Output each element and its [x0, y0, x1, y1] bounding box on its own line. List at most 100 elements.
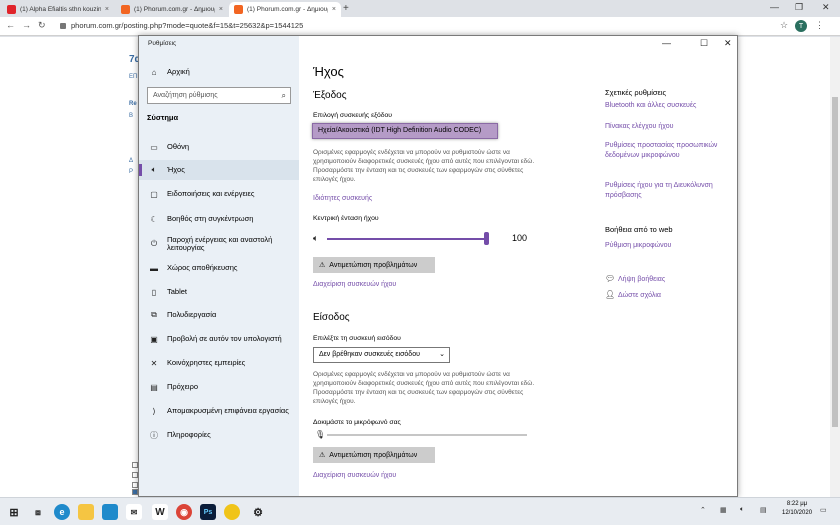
clock[interactable]: 8:22 μμ 12/10/2020	[782, 500, 812, 518]
sidebar-item-shared-experiences[interactable]: ✕ Κοινόχρηστες εμπειρίες	[139, 353, 299, 373]
close-tab-icon[interactable]: ×	[219, 6, 223, 13]
sidebar-item-notifications[interactable]: ▢ Ειδοποιήσεις και ενέργειες	[139, 184, 299, 204]
new-tab-icon[interactable]: +	[343, 3, 349, 14]
browser-tab-youtube[interactable]: (1) Alpha Efialtis sthn kouzina... ×	[2, 2, 114, 17]
sidebar-item-tablet[interactable]: ▯ Tablet	[139, 282, 299, 302]
reload-icon[interactable]: ↻	[38, 20, 46, 31]
related-link-mic-privacy[interactable]: Ρυθμίσεις προστασίας προσωπικών δεδομένω…	[605, 141, 725, 161]
volume-icon[interactable]: 🔈︎	[313, 233, 318, 244]
sidebar-item-label: Πληροφορίες	[167, 429, 211, 439]
back-icon[interactable]: ←	[6, 20, 15, 30]
page-fragment: Ρ	[129, 169, 134, 175]
manage-input-devices-link[interactable]: Διαχείριση συσκευών ήχου	[313, 472, 396, 479]
info-icon: ⓘ	[150, 430, 158, 440]
start-icon[interactable]: ⊞	[6, 504, 22, 520]
sidebar-item-label: Πολυδιεργασία	[167, 309, 217, 319]
related-link-bluetooth[interactable]: Bluetooth και άλλες συσκευές	[605, 101, 735, 111]
browser-tab-phorum-2[interactable]: (1) Phorum.com.gr - Δημιουργία... ×	[229, 2, 341, 17]
task-view-icon[interactable]: ⧈	[30, 504, 46, 520]
related-settings-heading: Σχετικές ρυθμίσεις	[605, 88, 667, 97]
tablet-icon: ▯	[151, 287, 157, 297]
sidebar-section-title: Σύστημα	[147, 113, 179, 122]
close-tab-icon[interactable]: ×	[105, 6, 109, 13]
related-link-ease-of-access[interactable]: Ρυθμίσεις ήχου για τη Διευκόλυνση πρόσβα…	[605, 181, 735, 201]
photoshop-icon[interactable]: Ps	[200, 504, 216, 520]
tray-chevron-icon[interactable]: ⌃	[700, 506, 706, 514]
manage-output-devices-link[interactable]: Διαχείριση συσκευών ήχου	[313, 281, 396, 288]
language-icon[interactable]: ▤	[760, 506, 767, 514]
store-icon[interactable]	[102, 504, 118, 520]
address-bar[interactable]: phorum.com.gr/posting.php?mode=quote&f=1…	[71, 21, 303, 30]
get-help-link[interactable]: Λήψη βοήθειας	[618, 275, 737, 285]
close-tab-icon[interactable]: ×	[332, 6, 336, 13]
sidebar-item-home[interactable]: ⌂ Αρχική	[139, 62, 299, 82]
browser-tab-phorum-1[interactable]: (1) Phorum.com.gr - Δημιουργία... ×	[116, 2, 228, 17]
bookmark-star-icon[interactable]: ☆	[780, 20, 788, 31]
browser-tab-strip: (1) Alpha Efialtis sthn kouzina... × (1)…	[0, 0, 840, 17]
sidebar-item-label: Χώρος αποθήκευσης	[167, 262, 238, 272]
page-fragment: Re	[129, 101, 137, 107]
sidebar-item-label: Tablet	[167, 286, 188, 296]
feedback-link[interactable]: Δώστε σχόλια	[618, 291, 737, 301]
volume-slider-thumb[interactable]	[484, 232, 489, 245]
output-device-select[interactable]: Ηχεία/Ακουστικά (IDT High Definition Aud…	[312, 123, 498, 139]
projecting-icon: ▣	[150, 334, 158, 344]
related-link-sound-control-panel[interactable]: Πίνακας ελέγχου ήχου	[605, 122, 735, 132]
menu-dots-icon[interactable]: ⋮	[815, 20, 824, 31]
file-explorer-icon[interactable]	[78, 504, 94, 520]
sidebar-item-sound[interactable]: 🔈︎ Ήχος	[139, 160, 299, 180]
output-troubleshoot-button[interactable]: ⚠ Αντιμετώπιση προβλημάτων	[313, 257, 435, 273]
volume-tray-icon[interactable]: 🔈︎	[740, 506, 744, 514]
profile-avatar[interactable]: T	[795, 20, 807, 32]
multitasking-icon: ⧉	[151, 310, 157, 319]
home-icon: ⌂	[151, 67, 157, 77]
sidebar-item-label: Παροχή ενέργειας και αναστολή λειτουργία…	[167, 234, 273, 252]
output-description: Ορισμένες εφαρμογές ενδέχεται να μπορούν…	[313, 149, 535, 183]
mail-icon[interactable]: ✉	[126, 504, 142, 520]
warning-icon: ⚠	[319, 262, 326, 269]
mic-test-label: Δοκιμάστε το μικρόφωνό σας	[313, 419, 401, 426]
tab-title: (1) Alpha Efialtis sthn kouzina...	[20, 6, 101, 13]
sidebar-item-storage[interactable]: ▬ Χώρος αποθήκευσης	[139, 258, 299, 278]
page-title: Ήχος	[313, 64, 344, 79]
input-troubleshoot-button[interactable]: ⚠ Αντιμετώπιση προβλημάτων	[313, 447, 435, 463]
settings-gear-icon[interactable]: ⚙	[250, 504, 266, 520]
sidebar-item-about[interactable]: ⓘ Πληροφορίες	[139, 425, 299, 445]
device-properties-link[interactable]: Ιδιότητες συσκευής	[313, 195, 372, 202]
input-description: Ορισμένες εφαρμογές ενδέχεται να μπορούν…	[313, 371, 535, 405]
search-icon[interactable]: ⌕	[282, 91, 286, 101]
page-fragment: Β	[129, 113, 134, 119]
volume-slider-track[interactable]	[327, 238, 487, 240]
wikipedia-icon[interactable]: W	[152, 504, 168, 520]
search-input[interactable]: Αναζήτηση ρύθμισης ⌕	[147, 87, 291, 104]
sidebar-item-multitasking[interactable]: ⧉ Πολυδιεργασία	[139, 305, 299, 325]
close-icon[interactable]: ✕	[822, 2, 830, 13]
input-device-select[interactable]: Δεν βρέθηκαν συσκευές εισόδου ⌄	[313, 347, 450, 363]
storage-icon: ▬	[150, 263, 158, 273]
sidebar-item-power[interactable]: ⏻ Παροχή ενέργειας και αναστολή λειτουργ…	[139, 232, 299, 256]
sidebar-item-display[interactable]: ▭ Οθόνη	[139, 137, 299, 157]
forward-icon[interactable]: →	[22, 20, 31, 30]
lock-icon[interactable]	[60, 23, 66, 29]
remote-desktop-icon: ⟩	[152, 406, 156, 416]
minimize-icon[interactable]: —	[770, 2, 779, 12]
clipboard-icon: ▤	[150, 382, 158, 392]
page-scrollbar-thumb[interactable]	[832, 97, 838, 427]
network-icon[interactable]: ▦	[720, 506, 727, 514]
app-icon[interactable]	[224, 504, 240, 520]
sidebar-item-clipboard[interactable]: ▤ Πρόχειρο	[139, 377, 299, 397]
notification-center-icon[interactable]: ▭	[820, 506, 827, 514]
help-link-mic-setup[interactable]: Ρύθμιση μικροφώνου	[605, 241, 735, 251]
feedback-icon: 👤︎	[605, 290, 616, 299]
maximize-icon[interactable]: ❐	[795, 2, 803, 13]
edge-icon[interactable]: e	[54, 504, 70, 520]
sidebar-item-projecting[interactable]: ▣ Προβολή σε αυτόν τον υπολογιστή	[139, 329, 299, 349]
tab-title: (1) Phorum.com.gr - Δημιουργία...	[247, 6, 328, 13]
chrome-icon[interactable]: ◉	[176, 504, 192, 520]
button-label: Αντιμετώπιση προβλημάτων	[329, 451, 418, 459]
sidebar-item-focus-assist[interactable]: ☾ Βοηθός στη συγκέντρωση	[139, 209, 299, 229]
sidebar-item-label: Ειδοποιήσεις και ενέργειες	[167, 188, 255, 198]
page-fragment: Δ	[129, 158, 134, 164]
sidebar-item-remote-desktop[interactable]: ⟩ Απομακρυσμένη επιφάνεια εργασίας	[139, 401, 299, 421]
sidebar-item-label: Οθόνη	[167, 141, 190, 151]
